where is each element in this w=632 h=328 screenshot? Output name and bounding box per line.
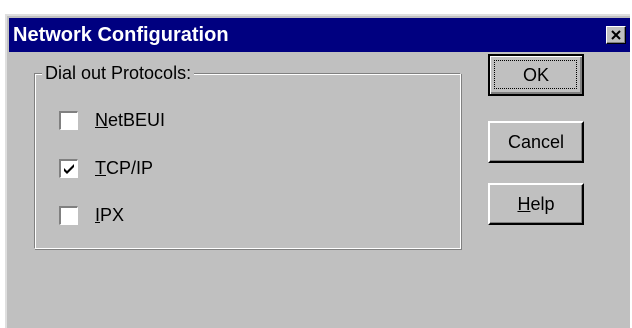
cancel-button[interactable]: Cancel	[488, 121, 584, 163]
tcpip-label[interactable]: TCP/IP	[95, 157, 153, 179]
close-button[interactable]	[606, 26, 626, 44]
tcpip-checkbox[interactable]	[59, 159, 78, 178]
group-label: Dial out Protocols:	[42, 63, 195, 83]
ipx-label[interactable]: IPX	[95, 204, 124, 226]
checkmark-icon	[64, 164, 74, 174]
dial-out-protocols-group: Dial out Protocols: NetBEUI TCP/IP IPX	[34, 63, 461, 249]
window-title: Network Configuration	[13, 24, 229, 46]
ok-button[interactable]: OK	[488, 54, 584, 96]
help-button[interactable]: Help	[488, 183, 584, 225]
title-bar[interactable]: Network Configuration	[9, 18, 630, 52]
ok-button-label: OK	[522, 65, 549, 85]
ipx-checkbox[interactable]	[59, 206, 78, 225]
netbeui-checkbox[interactable]	[59, 111, 78, 130]
cancel-button-label: Cancel	[507, 132, 565, 152]
close-icon	[611, 30, 621, 40]
netbeui-label[interactable]: NetBEUI	[95, 109, 165, 131]
network-configuration-dialog: Network Configuration Dial out Protocols…	[5, 14, 630, 328]
help-button-label: Help	[517, 194, 555, 214]
